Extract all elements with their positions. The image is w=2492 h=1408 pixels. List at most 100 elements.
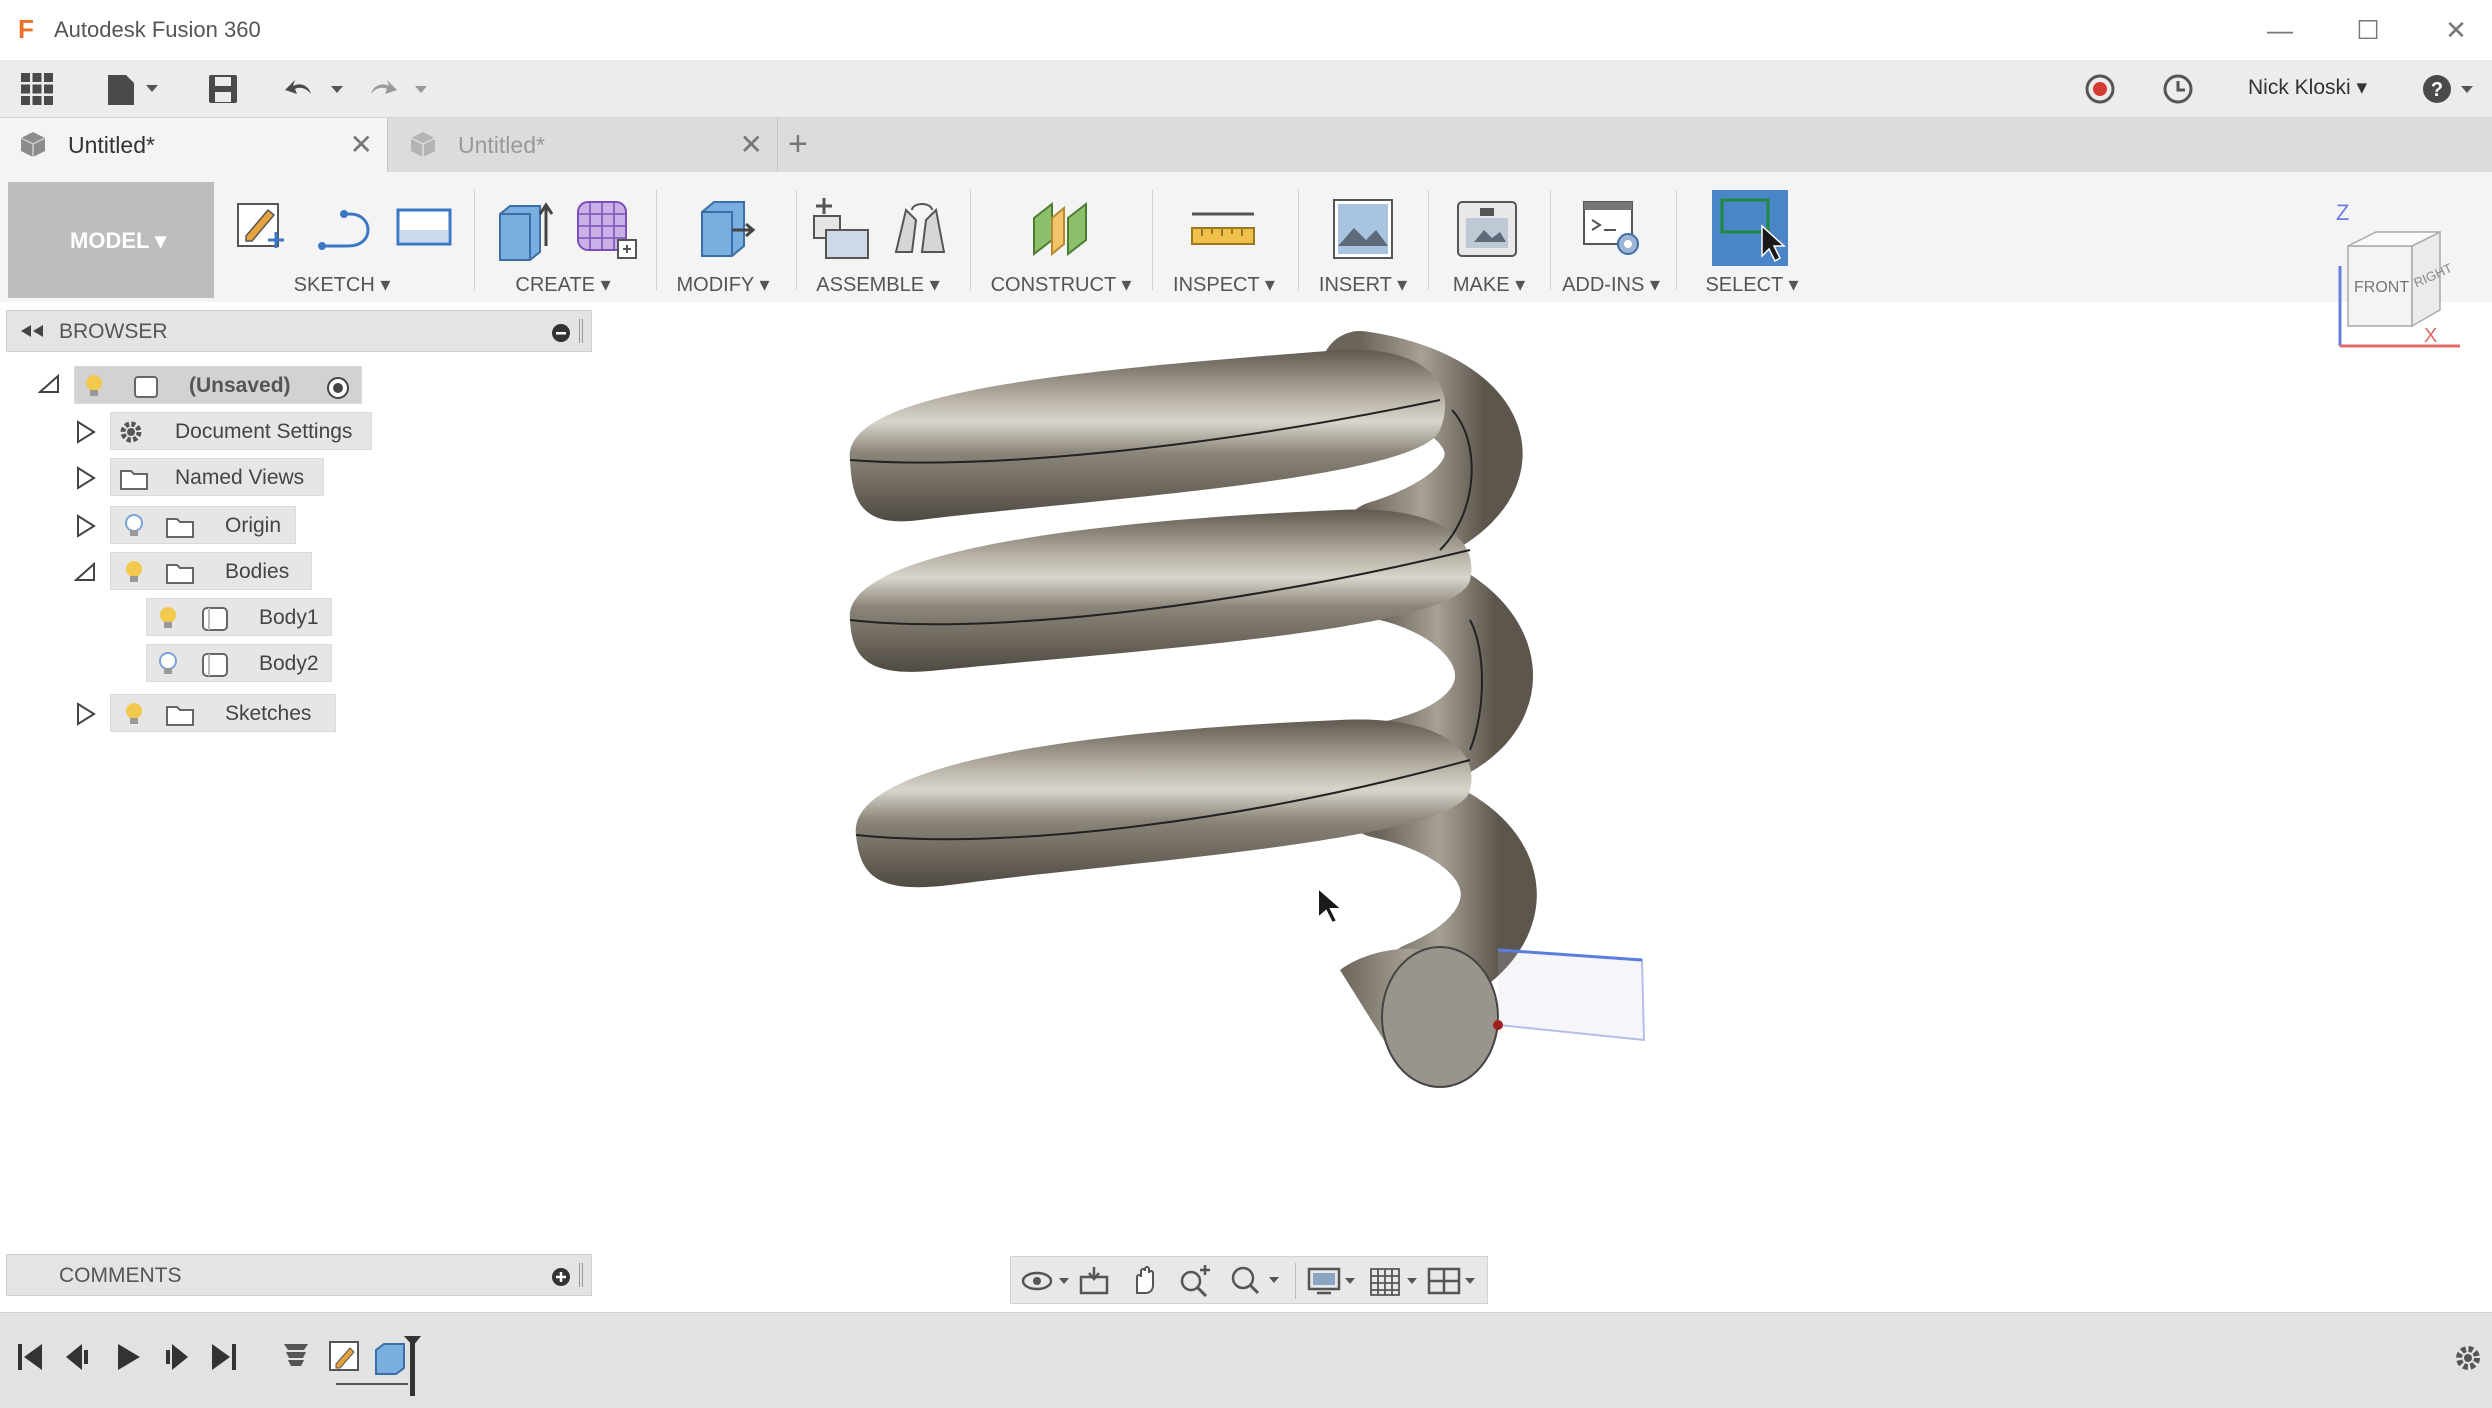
sketch-menu-label[interactable]: SKETCH ▾ [222, 272, 462, 297]
file-menu-icon[interactable] [100, 68, 162, 110]
save-icon[interactable] [202, 68, 244, 110]
browser-root-row[interactable]: (Unsaved) [74, 366, 362, 404]
scripts-addins-icon[interactable] [1580, 196, 1646, 262]
orbit-icon[interactable] [1019, 1265, 1073, 1297]
comments-panel-header[interactable]: COMMENTS [6, 1254, 592, 1296]
minimize-panel-icon[interactable] [551, 323, 571, 343]
expand-named-views-icon[interactable] [74, 466, 96, 490]
go-to-end-icon[interactable] [208, 1340, 240, 1374]
viewports-icon[interactable] [1425, 1265, 1481, 1297]
modify-group[interactable]: MODIFY ▾ [662, 182, 784, 298]
play-icon[interactable] [112, 1340, 144, 1374]
app-grid-icon[interactable] [16, 68, 58, 110]
add-ins-group[interactable]: ADD-INS ▾ [1556, 182, 1666, 298]
browser-item-body2[interactable]: Body2 [146, 644, 332, 682]
make-group[interactable]: MAKE ▾ [1434, 182, 1544, 298]
timeline-sketch-icon[interactable] [329, 1341, 359, 1371]
press-pull-icon[interactable] [692, 196, 758, 262]
axis-z-label: Z [2336, 200, 2349, 225]
close-icon[interactable]: ✕ [2426, 10, 2486, 50]
help-icon[interactable]: ? [2418, 68, 2480, 110]
timeline-filter-icon[interactable] [284, 1344, 308, 1366]
step-back-icon[interactable] [62, 1340, 94, 1374]
step-forward-icon[interactable] [160, 1340, 192, 1374]
new-component-icon[interactable] [806, 194, 876, 264]
visibility-bulb-icon[interactable] [83, 373, 105, 399]
tab-close-icon[interactable]: ✕ [740, 128, 763, 161]
grid-snaps-icon[interactable] [1367, 1265, 1423, 1297]
timeline-features[interactable] [280, 1336, 430, 1396]
extrude-icon[interactable] [492, 196, 562, 262]
visibility-bulb-off-icon[interactable] [123, 513, 145, 539]
record-icon[interactable] [2078, 68, 2122, 110]
toolbar-separator [1550, 190, 1551, 290]
collapse-root-icon[interactable] [38, 372, 60, 396]
line-tool-icon[interactable] [314, 202, 378, 256]
activate-radio-icon[interactable] [325, 375, 351, 401]
settings-gear-icon[interactable] [2452, 1342, 2484, 1374]
visibility-bulb-icon[interactable] [123, 701, 145, 727]
gear-icon [120, 421, 142, 443]
browser-item-origin[interactable]: Origin [110, 506, 296, 544]
browser-item-bodies[interactable]: Bodies [110, 552, 312, 590]
panel-grip[interactable] [579, 1263, 583, 1287]
add-comment-icon[interactable] [551, 1267, 571, 1287]
measure-icon[interactable] [1188, 210, 1258, 250]
select-window-icon[interactable] [1710, 188, 1790, 268]
modify-menu-label[interactable]: MODIFY ▾ [662, 272, 784, 297]
create-group[interactable]: CREATE ▾ [480, 182, 646, 298]
viewcube-front-label[interactable]: FRONT [2354, 279, 2409, 296]
expand-sketches-icon[interactable] [74, 702, 96, 726]
folder-icon [166, 518, 194, 538]
maximize-icon[interactable]: ☐ [2338, 10, 2398, 50]
pan-hand-icon[interactable] [1127, 1263, 1161, 1297]
display-settings-icon[interactable] [1305, 1265, 1361, 1297]
browser-item-body1[interactable]: Body1 [146, 598, 332, 636]
select-group[interactable]: SELECT ▾ [1690, 182, 1814, 298]
expand-origin-icon[interactable] [74, 514, 96, 538]
coil-spring-model[interactable] [780, 290, 1680, 1120]
browser-panel-header[interactable]: BROWSER [6, 310, 592, 352]
visibility-bulb-icon[interactable] [157, 605, 179, 631]
tab-close-icon[interactable]: ✕ [350, 128, 373, 161]
form-mesh-icon[interactable] [572, 196, 640, 262]
tab-untitled-inactive[interactable]: Untitled* ✕ [390, 118, 778, 172]
assemble-group[interactable]: ASSEMBLE ▾ [800, 182, 956, 298]
look-at-icon[interactable] [1077, 1265, 1111, 1297]
offset-plane-icon[interactable] [1028, 194, 1098, 264]
create-sketch-icon[interactable] [232, 196, 292, 256]
new-tab-button[interactable]: + [788, 124, 808, 164]
rectangle-tool-icon[interactable] [392, 204, 456, 254]
zoom-icon[interactable] [1177, 1263, 1213, 1297]
browser-item-named-views[interactable]: Named Views [110, 458, 324, 496]
sketch-group[interactable]: SKETCH ▾ [222, 182, 462, 298]
select-menu-label[interactable]: SELECT ▾ [1690, 272, 1814, 297]
tab-label: Untitled* [458, 132, 545, 158]
undo-icon[interactable] [280, 68, 350, 110]
collapse-panel-icon[interactable] [19, 323, 45, 339]
fit-zoom-window-icon[interactable] [1227, 1263, 1285, 1297]
visibility-bulb-icon[interactable] [123, 559, 145, 585]
joint-icon[interactable] [886, 196, 952, 262]
inspect-group[interactable]: INSPECT ▾ [1158, 182, 1290, 298]
go-to-start-icon[interactable] [14, 1340, 46, 1374]
viewcube[interactable]: Z X FRONT RIGHT [2320, 196, 2480, 356]
browser-item-sketches[interactable]: Sketches [110, 694, 336, 732]
tab-untitled-active[interactable]: Untitled* ✕ [0, 118, 388, 172]
expand-document-settings-icon[interactable] [74, 420, 96, 444]
panel-grip[interactable] [579, 319, 583, 343]
workspace-switcher[interactable]: MODEL ▾ [8, 182, 214, 298]
redo-icon[interactable] [364, 68, 434, 110]
browser-item-document-settings[interactable]: Document Settings [110, 412, 372, 450]
construct-group[interactable]: CONSTRUCT ▾ [976, 182, 1146, 298]
collapse-bodies-icon[interactable] [74, 560, 96, 584]
visibility-bulb-off-icon[interactable] [157, 651, 179, 677]
minimize-icon[interactable]: — [2250, 10, 2310, 50]
user-menu[interactable]: Nick Kloski ▾ [2248, 74, 2367, 102]
create-menu-label[interactable]: CREATE ▾ [480, 272, 646, 297]
timeline-extrude-icon[interactable] [375, 1343, 405, 1375]
3d-print-icon[interactable] [1454, 196, 1520, 262]
insert-group[interactable]: INSERT ▾ [1304, 182, 1422, 298]
history-clock-icon[interactable] [2156, 68, 2200, 110]
insert-image-icon[interactable] [1330, 196, 1396, 262]
